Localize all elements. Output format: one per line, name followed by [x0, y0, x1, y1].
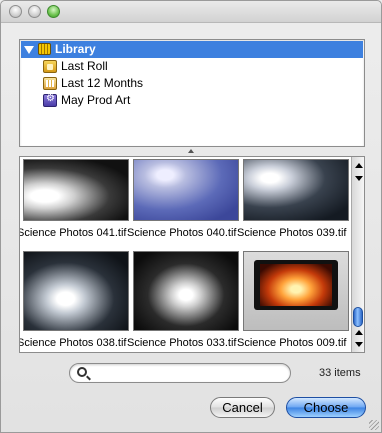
flame-image: [260, 264, 332, 306]
photo-caption: Science Photos 009.tif: [237, 337, 347, 349]
item-count: 33 items: [319, 367, 361, 379]
choose-button[interactable]: Choose: [286, 397, 366, 418]
source-item-may-prod-art[interactable]: May Prod Art: [21, 92, 363, 109]
photo-caption: Science Photos 041.tif: [19, 227, 127, 239]
split-view-handle[interactable]: [188, 149, 194, 153]
scroll-up-arrow-icon[interactable]: [355, 330, 363, 335]
source-item-label: May Prod Art: [61, 93, 131, 107]
photo-image: [243, 251, 349, 331]
scroll-thumb[interactable]: [353, 307, 363, 327]
album-icon: [43, 93, 57, 107]
photo-caption: Science Photos 033.tif: [127, 337, 237, 349]
photo-caption: Science Photos 040.tif: [127, 227, 237, 239]
source-item-label: Library: [55, 42, 96, 56]
calendar-icon: [43, 77, 57, 90]
source-item-last-roll[interactable]: Last Roll: [21, 58, 363, 75]
source-item-last-12-months[interactable]: Last 12 Months: [21, 75, 363, 92]
photo-caption: Science Photos 038.tif: [19, 337, 127, 349]
source-list: Library Last Roll Last 12 Months May Pro…: [19, 39, 365, 147]
search-input[interactable]: [92, 366, 282, 380]
library-icon: [38, 43, 51, 55]
search-field[interactable]: [69, 363, 291, 383]
source-item-label: Last 12 Months: [61, 76, 144, 90]
scroll-down-arrow-icon[interactable]: [355, 342, 363, 347]
photo-image: [23, 159, 129, 221]
cancel-button[interactable]: Cancel: [210, 397, 275, 418]
source-item-library[interactable]: Library: [21, 41, 363, 58]
minimize-window-button[interactable]: [28, 5, 41, 18]
last-roll-icon: [43, 60, 57, 73]
zoom-window-button[interactable]: [47, 5, 60, 18]
resize-grip-icon[interactable]: [369, 420, 379, 430]
title-bar[interactable]: [1, 1, 381, 23]
disclosure-triangle-icon[interactable]: [24, 46, 34, 54]
close-window-button[interactable]: [9, 5, 22, 18]
photo-caption: Science Photos 039.tif: [237, 227, 347, 239]
photo-image: [133, 251, 239, 331]
search-icon: [77, 367, 87, 377]
scroll-up-arrow-icon[interactable]: [355, 163, 363, 168]
photo-image: [133, 159, 239, 221]
photo-browser-window: Library Last Roll Last 12 Months May Pro…: [0, 0, 382, 433]
photo-image: [243, 159, 349, 221]
vertical-scrollbar[interactable]: [351, 157, 364, 352]
source-item-label: Last Roll: [61, 59, 108, 73]
scroll-down-arrow-icon[interactable]: [355, 176, 363, 181]
photo-image: [23, 251, 129, 331]
photo-browser-grid: Science Photos 041.tif Science Photos 04…: [19, 156, 365, 353]
